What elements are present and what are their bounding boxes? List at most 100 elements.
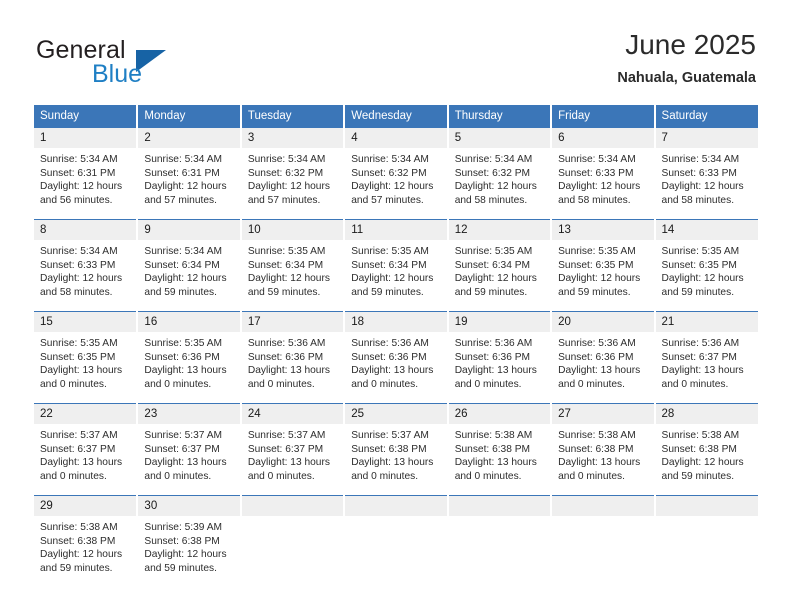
day-daylight-2-text: and 58 minutes. — [558, 195, 631, 207]
day-sunrise-text: Sunrise: 5:35 AM — [40, 338, 118, 349]
day-sunrise-text: Sunrise: 5:35 AM — [558, 246, 636, 257]
day-number — [345, 496, 447, 516]
day-number: 25 — [345, 404, 447, 424]
calendar-day-cell[interactable]: 4 Sunrise: 5:34 AM Sunset: 6:32 PM Daylight… — [344, 128, 449, 220]
calendar-day-cell[interactable]: 29 Sunrise: 5:38 AM Sunset: 6:38 PM Dayligh… — [34, 495, 139, 587]
day-details: Sunrise: 5:34 AM Sunset: 6:32 PM Daylight:… — [449, 148, 550, 219]
day-daylight-2-text: and 59 minutes. — [558, 287, 631, 299]
calendar-day-cell[interactable]: 22 Sunrise: 5:37 AM Sunset: 6:37 PM Dayligh… — [34, 403, 139, 496]
day-sunset-text: Sunset: 6:36 PM — [454, 351, 531, 363]
day-daylight-1-text: Daylight: 13 hours — [558, 457, 641, 469]
day-daylight-2-text: and 0 minutes. — [558, 379, 625, 391]
day-daylight-1-text: Daylight: 12 hours — [661, 273, 744, 285]
day-sunset-text: Sunset: 6:35 PM — [40, 351, 116, 363]
day-daylight-1-text: Daylight: 12 hours — [661, 457, 744, 469]
day-daylight-1-text: Daylight: 13 hours — [351, 457, 434, 469]
calendar-day-cell[interactable]: 1 Sunrise: 5:34 AM Sunset: 6:31 PM Daylight… — [34, 128, 139, 220]
day-details: Sunrise: 5:39 AM Sunset: 6:38 PM Daylight:… — [138, 516, 239, 587]
weekday-header-friday: Friday — [551, 105, 656, 128]
day-daylight-1-text: Daylight: 13 hours — [144, 457, 227, 469]
calendar-day-cell[interactable]: 23 Sunrise: 5:37 AM Sunset: 6:37 PM Dayligh… — [137, 403, 242, 496]
calendar-day-cell[interactable]: 20 Sunrise: 5:36 AM Sunset: 6:36 PM Dayligh… — [551, 311, 656, 404]
day-sunrise-text: Sunrise: 5:34 AM — [661, 154, 740, 165]
day-sunset-text: Sunset: 6:36 PM — [144, 351, 220, 363]
day-daylight-2-text: and 59 minutes. — [454, 287, 528, 299]
day-sunrise-text: Sunrise: 5:35 AM — [144, 338, 223, 349]
day-daylight-1-text: Daylight: 12 hours — [351, 181, 434, 193]
day-details: Sunrise: 5:34 AM Sunset: 6:32 PM Daylight:… — [345, 148, 446, 219]
day-daylight-2-text: and 56 minutes. — [40, 195, 113, 207]
day-daylight-1-text: Daylight: 12 hours — [144, 273, 227, 285]
calendar-day-cell[interactable]: 10 Sunrise: 5:35 AM Sunset: 6:34 PM Dayligh… — [240, 219, 346, 312]
calendar-day-cell[interactable]: 9 Sunrise: 5:34 AM Sunset: 6:34 PM Daylight… — [137, 219, 242, 312]
day-sunrise-text: Sunrise: 5:38 AM — [661, 430, 740, 441]
day-daylight-2-text: and 59 minutes. — [144, 287, 217, 299]
calendar-day-cell[interactable]: 6 Sunrise: 5:34 AM Sunset: 6:33 PM Daylight… — [551, 128, 656, 220]
calendar-day-cell[interactable]: 24 Sunrise: 5:37 AM Sunset: 6:37 PM Dayligh… — [240, 403, 346, 496]
day-daylight-1-text: Daylight: 12 hours — [144, 549, 227, 561]
calendar-day-cell[interactable]: 12 Sunrise: 5:35 AM Sunset: 6:34 PM Dayligh… — [447, 219, 553, 312]
calendar-day-cell-empty — [654, 495, 758, 587]
day-daylight-2-text: and 58 minutes. — [454, 195, 528, 207]
calendar-day-cell[interactable]: 15 Sunrise: 5:35 AM Sunset: 6:35 PM Dayligh… — [34, 311, 139, 404]
day-daylight-2-text: and 0 minutes. — [558, 471, 625, 483]
calendar-day-cell[interactable]: 7 Sunrise: 5:34 AM Sunset: 6:33 PM Daylight… — [655, 128, 758, 220]
day-details: Sunrise: 5:37 AM Sunset: 6:37 PM Daylight:… — [138, 424, 239, 495]
calendar-day-cell[interactable]: 11 Sunrise: 5:35 AM Sunset: 6:34 PM Dayligh… — [344, 219, 449, 312]
calendar-day-cell[interactable]: 18 Sunrise: 5:36 AM Sunset: 6:36 PM Dayligh… — [344, 311, 449, 404]
calendar-day-cell[interactable]: 3 Sunrise: 5:34 AM Sunset: 6:32 PM Daylight… — [240, 128, 346, 220]
day-daylight-1-text: Daylight: 13 hours — [247, 457, 330, 469]
calendar-day-cell[interactable]: 30 Sunrise: 5:39 AM Sunset: 6:38 PM Dayligh… — [137, 495, 242, 587]
calendar-day-cell[interactable]: 25 Sunrise: 5:37 AM Sunset: 6:38 PM Dayligh… — [344, 403, 449, 496]
weekday-header-monday: Monday — [137, 105, 242, 128]
day-sunrise-text: Sunrise: 5:34 AM — [144, 154, 223, 165]
day-daylight-2-text: and 58 minutes. — [40, 287, 113, 299]
day-sunset-text: Sunset: 6:37 PM — [144, 443, 220, 455]
day-daylight-2-text: and 0 minutes. — [40, 471, 107, 483]
day-sunrise-text: Sunrise: 5:34 AM — [144, 246, 223, 257]
day-sunrise-text: Sunrise: 5:37 AM — [144, 430, 223, 441]
calendar-day-cell[interactable]: 14 Sunrise: 5:35 AM Sunset: 6:35 PM Dayligh… — [654, 219, 758, 312]
calendar-day-cell[interactable]: 17 Sunrise: 5:36 AM Sunset: 6:36 PM Dayligh… — [240, 311, 346, 404]
day-daylight-1-text: Daylight: 12 hours — [144, 181, 227, 193]
page-subtitle: Nahuala, Guatemala — [617, 70, 756, 86]
calendar-day-cell[interactable]: 26 Sunrise: 5:38 AM Sunset: 6:38 PM Dayligh… — [447, 403, 553, 496]
day-daylight-1-text: Daylight: 13 hours — [40, 365, 123, 377]
day-sunset-text: Sunset: 6:38 PM — [351, 443, 427, 455]
day-details: Sunrise: 5:34 AM Sunset: 6:33 PM Daylight:… — [656, 148, 758, 219]
day-sunset-text: Sunset: 6:38 PM — [144, 535, 220, 547]
day-sunrise-text: Sunrise: 5:37 AM — [40, 430, 118, 441]
calendar-day-cell[interactable]: 8 Sunrise: 5:34 AM Sunset: 6:33 PM Daylight… — [34, 219, 139, 312]
calendar-day-cell[interactable]: 19 Sunrise: 5:36 AM Sunset: 6:36 PM Dayligh… — [447, 311, 553, 404]
calendar-day-cell[interactable]: 16 Sunrise: 5:35 AM Sunset: 6:36 PM Dayligh… — [137, 311, 242, 404]
calendar-day-cell[interactable]: 5 Sunrise: 5:34 AM Sunset: 6:32 PM Daylight… — [447, 128, 553, 220]
calendar-week-row: 15 Sunrise: 5:35 AM Sunset: 6:35 PM Dayligh… — [34, 311, 758, 404]
day-sunset-text: Sunset: 6:38 PM — [558, 443, 634, 455]
day-sunset-text: Sunset: 6:34 PM — [144, 259, 220, 271]
day-details: Sunrise: 5:38 AM Sunset: 6:38 PM Daylight:… — [552, 424, 653, 495]
day-sunrise-text: Sunrise: 5:35 AM — [661, 246, 740, 257]
day-number: 8 — [34, 220, 137, 240]
day-sunrise-text: Sunrise: 5:34 AM — [40, 246, 118, 257]
day-number: 1 — [34, 128, 137, 148]
calendar-day-cell[interactable]: 2 Sunrise: 5:34 AM Sunset: 6:31 PM Daylight… — [137, 128, 242, 220]
day-sunset-text: Sunset: 6:37 PM — [247, 443, 324, 455]
day-sunrise-text: Sunrise: 5:34 AM — [351, 154, 429, 165]
day-number: 27 — [552, 404, 654, 424]
day-daylight-2-text: and 0 minutes. — [144, 471, 212, 483]
brand-logo[interactable]: General Blue — [36, 36, 236, 92]
day-number: 2 — [138, 128, 240, 148]
day-sunset-text: Sunset: 6:36 PM — [558, 351, 634, 363]
day-number: 4 — [345, 128, 447, 148]
day-daylight-2-text: and 59 minutes. — [247, 287, 321, 299]
calendar-day-cell[interactable]: 28 Sunrise: 5:38 AM Sunset: 6:38 PM Dayligh… — [654, 403, 758, 496]
day-number: 3 — [241, 128, 344, 148]
day-sunset-text: Sunset: 6:35 PM — [558, 259, 634, 271]
calendar-day-cell[interactable]: 21 Sunrise: 5:36 AM Sunset: 6:37 PM Dayligh… — [654, 311, 758, 404]
day-sunset-text: Sunset: 6:32 PM — [247, 167, 324, 179]
calendar-day-cell[interactable]: 27 Sunrise: 5:38 AM Sunset: 6:38 PM Dayligh… — [551, 403, 656, 496]
day-details: Sunrise: 5:38 AM Sunset: 6:38 PM Daylight:… — [449, 424, 550, 495]
calendar-day-cell[interactable]: 13 Sunrise: 5:35 AM Sunset: 6:35 PM Dayligh… — [551, 219, 656, 312]
day-number: 18 — [345, 312, 447, 332]
day-number: 10 — [241, 220, 344, 240]
